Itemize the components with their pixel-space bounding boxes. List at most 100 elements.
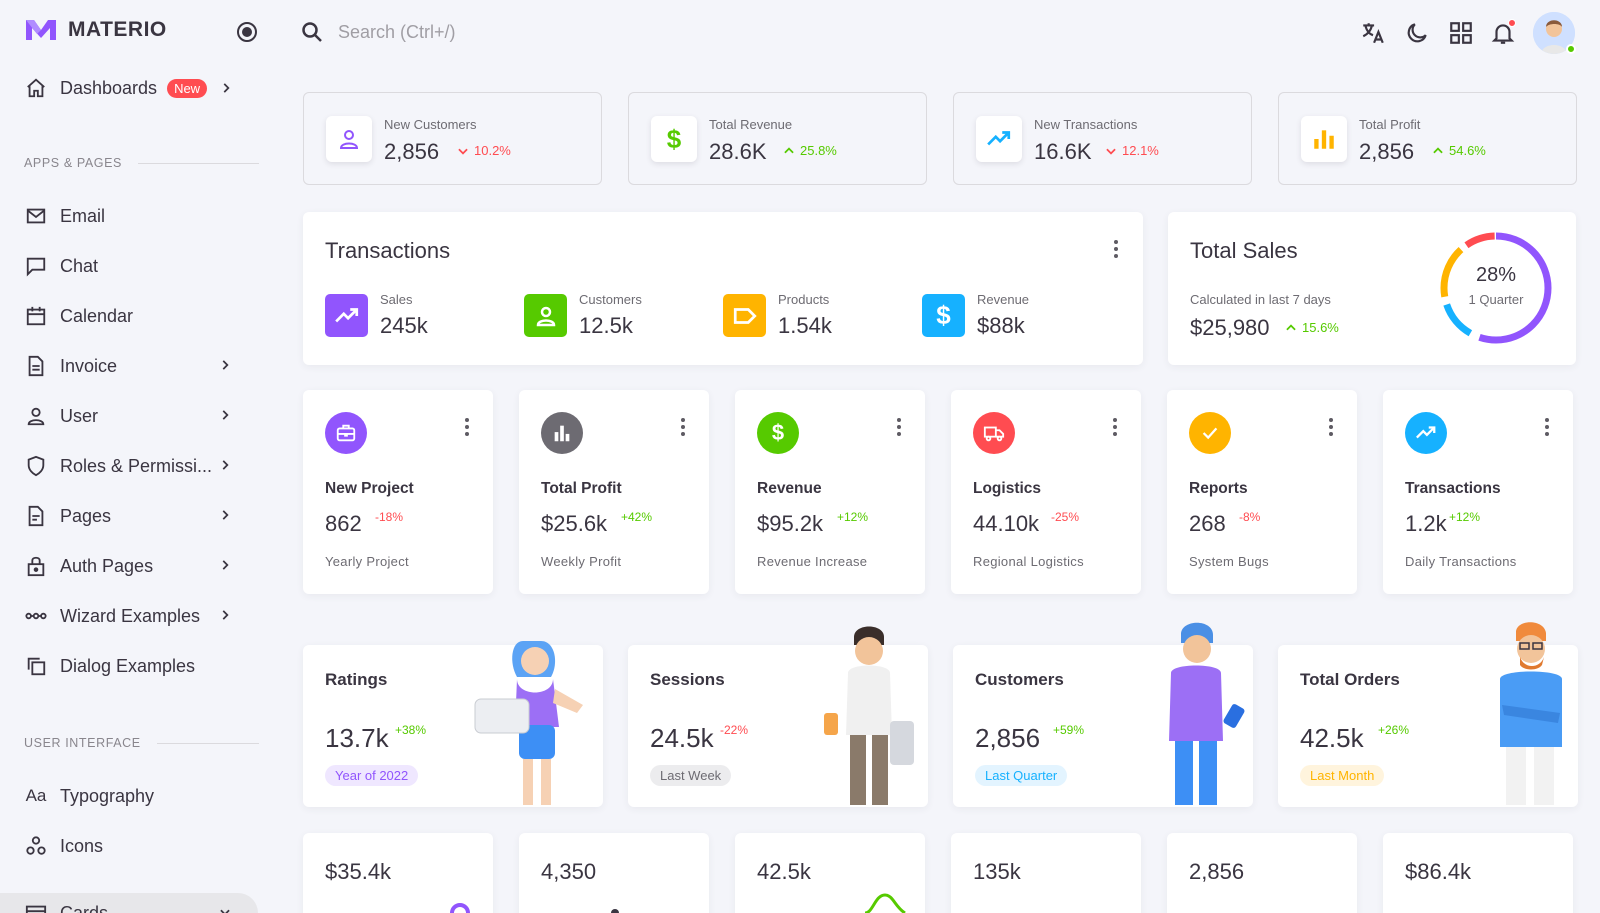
mini-card-value: 1.2k (1405, 511, 1447, 536)
character-card-title: Sessions (650, 670, 725, 689)
sidebar-item-dialog-examples[interactable]: Dialog Examples (24, 646, 256, 686)
mini-card-value: $95.2k (757, 511, 824, 536)
credit-card-icon (24, 901, 48, 913)
dollar-icon: $ (922, 294, 965, 337)
more-vertical-icon[interactable] (897, 418, 901, 439)
brand[interactable]: MATERIO (24, 18, 167, 42)
check-icon (1189, 412, 1231, 454)
illustration-man-glasses-icon (1500, 622, 1562, 805)
chat-icon (24, 254, 48, 278)
character-card-change: +26% (1378, 723, 1410, 737)
transaction-value: $88k (977, 313, 1025, 338)
sidebar-item-cards[interactable]: Cards (24, 893, 256, 913)
character-card-title: Customers (975, 670, 1064, 689)
lock-icon (24, 554, 48, 578)
translate-icon[interactable] (1360, 20, 1386, 46)
transaction-label: Products (778, 292, 830, 307)
chevron-right-icon (218, 358, 232, 372)
bar-chart-icon (1301, 116, 1347, 162)
sidebar-item-label: Dashboards (60, 77, 158, 98)
total-sales-donut-chart: 28% 1 Quarter (1438, 230, 1554, 346)
bottom-card-value: 4,350 (541, 859, 597, 884)
chevron-right-icon (219, 81, 233, 95)
stat-change-value: 25.8% (800, 143, 837, 158)
sidebar-item-chat[interactable]: Chat (24, 246, 256, 286)
chevron-right-icon (218, 608, 232, 622)
sidebar-item-user[interactable]: User (24, 396, 256, 436)
sidebar-item-label: Auth Pages (60, 555, 154, 576)
apps-grid-icon[interactable] (1448, 20, 1474, 46)
more-vertical-icon[interactable] (1545, 418, 1549, 439)
brand-name: MATERIO (68, 18, 167, 41)
notification-dot (1508, 19, 1516, 27)
more-vertical-icon[interactable] (1113, 418, 1117, 439)
sidebar-item-calendar[interactable]: Calendar (24, 296, 256, 336)
character-card-value: 42.5k (1300, 723, 1364, 753)
search-bar[interactable]: Search (Ctrl+/) (300, 20, 456, 44)
mini-card-change: +12% (1449, 510, 1481, 524)
transaction-label: Sales (380, 292, 413, 307)
sidebar-item-email[interactable]: Email (24, 196, 256, 236)
chevron-down-icon (218, 905, 232, 913)
bar-chart-icon (541, 412, 583, 454)
character-card-sessions: Sessions 24.5k -22% Last Week (628, 626, 928, 807)
transaction-value: 245k (380, 313, 428, 338)
sidebar-item-dashboards[interactable]: Dashboards New (24, 68, 256, 108)
transaction-item-products: Products 1.54k (723, 292, 832, 339)
stat-change: 25.8% (782, 143, 837, 158)
chart-dot-icon (611, 909, 619, 913)
sidebar-item-auth-pages[interactable]: Auth Pages (24, 546, 256, 586)
total-sales-card: Total Sales Calculated in last 7 days $2… (1168, 212, 1576, 365)
label-icon (723, 294, 766, 337)
sidebar-item-label: Cards (60, 902, 109, 913)
sidebar-item-pages[interactable]: Pages (24, 496, 256, 536)
sidebar-item-label: Wizard Examples (60, 605, 201, 626)
stat-change-value: 12.1% (1122, 143, 1159, 158)
chevron-up-icon (1286, 323, 1296, 330)
section-apps-pages: APPS & PAGES (24, 156, 259, 170)
more-vertical-icon[interactable] (1114, 240, 1118, 261)
mini-card-title: New Project (325, 480, 414, 497)
briefcase-icon (325, 412, 367, 454)
moon-icon[interactable] (1404, 20, 1430, 46)
materio-logo-icon (26, 20, 56, 40)
mini-card-change: -8% (1239, 510, 1261, 524)
sidebar-collapse-toggle[interactable] (237, 22, 257, 42)
more-vertical-icon[interactable] (1329, 418, 1333, 439)
sidebar-item-roles[interactable]: Roles & Permissi... (24, 446, 256, 486)
character-card-value: 2,856 (975, 723, 1041, 753)
bottom-card-6: $86.4k (1383, 833, 1573, 913)
sidebar: MATERIO Dashboards New APPS & PAGES Emai… (0, 0, 268, 913)
sidebar-item-invoice[interactable]: Invoice (24, 346, 256, 386)
mini-card-subtitle: System Bugs (1189, 554, 1269, 569)
mini-card-change: +12% (837, 510, 869, 524)
mini-card-title: Revenue (757, 480, 822, 497)
mini-card-value: 862 (325, 511, 362, 536)
stat-title: New Transactions (1034, 117, 1138, 132)
typography-icon: Aa (25, 786, 47, 805)
more-vertical-icon[interactable] (681, 418, 685, 439)
mini-card-revenue: $ Revenue $95.2k +12% Revenue Increase (735, 390, 925, 594)
mini-card-title: Total Profit (541, 480, 622, 497)
character-card-chip: Last Week (650, 765, 732, 786)
character-card-change: -22% (720, 723, 749, 737)
chart-marker-icon (450, 903, 470, 913)
stat-change-value: 54.6% (1449, 143, 1486, 158)
search-icon[interactable] (300, 20, 324, 44)
chevron-up-icon (784, 146, 794, 153)
bottom-card-value: 2,856 (1189, 859, 1245, 884)
stat-value: 16.6K (1034, 139, 1092, 164)
transaction-label: Revenue (977, 292, 1030, 307)
truck-icon (973, 412, 1015, 454)
mini-card-title: Logistics (973, 480, 1042, 497)
sidebar-item-wizard-examples[interactable]: Wizard Examples (24, 596, 256, 636)
more-vertical-icon[interactable] (465, 418, 469, 439)
mini-card-title: Reports (1189, 480, 1248, 497)
character-card-change: +59% (1053, 723, 1085, 737)
sidebar-item-icons[interactable]: Icons (24, 826, 256, 866)
home-icon (24, 76, 48, 100)
search-input[interactable]: Search (Ctrl+/) (338, 22, 456, 43)
chevron-down-icon (1106, 148, 1116, 155)
sidebar-item-typography[interactable]: Aa Typography (24, 776, 256, 816)
user-icon (524, 294, 567, 337)
